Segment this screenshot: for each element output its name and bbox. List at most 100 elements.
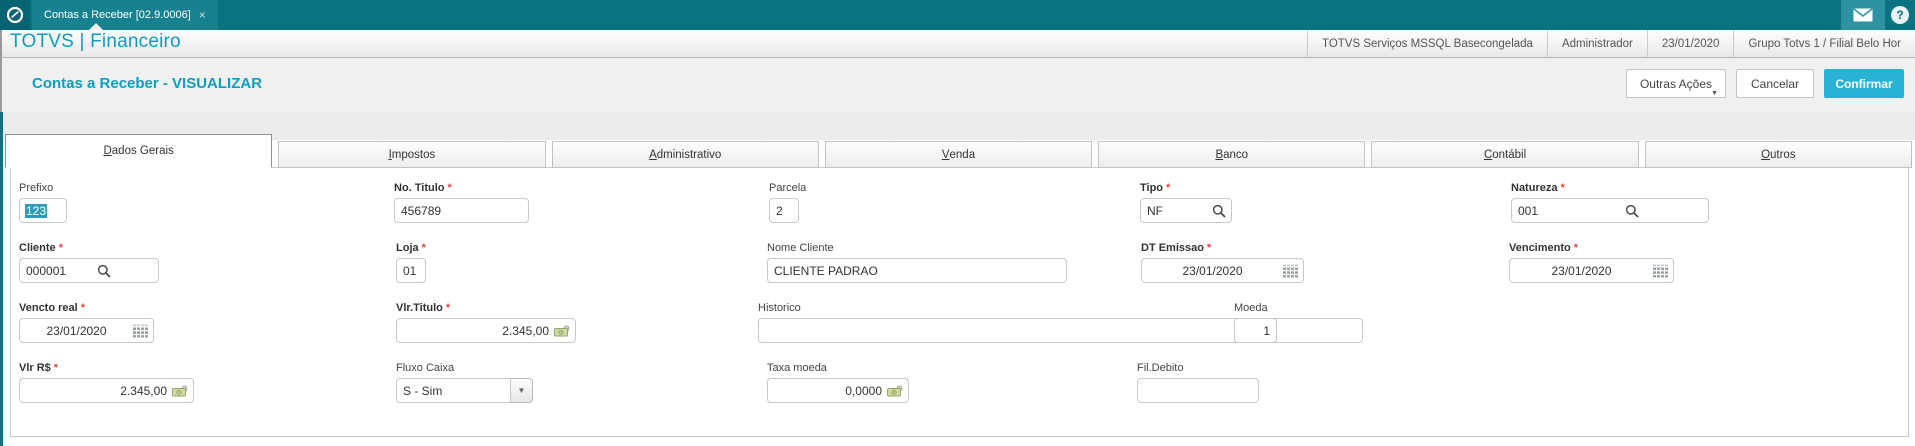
moeda-field: Moeda [1234, 302, 1277, 343]
vlr-rs-input[interactable] [19, 378, 194, 403]
title-toolbar: Contas a Receber - VISUALIZAR Outras Açõ… [0, 58, 1915, 112]
loja-label: Loja [396, 242, 419, 254]
vlr-titulo-input[interactable] [396, 318, 576, 343]
cancel-button[interactable]: Cancelar [1736, 69, 1814, 98]
dados-gerais-panel: Prefixo 123 No. Titulo* Parcela Tipo* Na… [10, 167, 1909, 437]
natureza-label: Natureza [1511, 182, 1558, 194]
loja-field: Loja * [396, 242, 426, 283]
environment-label: TOTVS Serviços MSSQL Basecongelada [1307, 30, 1547, 57]
no-titulo-input[interactable] [394, 198, 529, 223]
tab-administrativo[interactable]: Administrativo [551, 141, 819, 168]
tipo-label: Tipo [1140, 182, 1164, 194]
natureza-input[interactable] [1511, 198, 1709, 223]
toolbar-buttons: Outras Ações ▼ Cancelar Confirmar [1626, 69, 1904, 98]
required-asterisk: * [1573, 242, 1579, 254]
vlr-titulo-label: Vlr.Titulo [396, 302, 443, 314]
cliente-field: Cliente * [19, 242, 159, 283]
cliente-input[interactable] [19, 258, 159, 283]
vencimento-input[interactable] [1509, 258, 1674, 283]
prefixo-input[interactable]: 123 [19, 198, 67, 223]
parcela-field: Parcela [769, 182, 807, 223]
other-actions-button[interactable]: Outras Ações ▼ [1626, 69, 1726, 98]
search-icon[interactable] [1625, 204, 1639, 218]
required-asterisk: * [53, 362, 59, 374]
vlr-rs-label: Vlr R$ [19, 362, 51, 374]
parcela-input[interactable] [769, 198, 799, 223]
calendar-icon[interactable] [1283, 264, 1298, 277]
moeda-input[interactable] [1234, 318, 1277, 343]
other-actions-label: Outras Ações [1639, 76, 1713, 91]
calendar-icon[interactable] [1653, 264, 1668, 277]
required-asterisk: * [1206, 242, 1212, 254]
search-icon[interactable] [97, 264, 111, 278]
vencimento-field: Vencimento * [1509, 242, 1674, 283]
moeda-label: Moeda [1234, 302, 1268, 314]
required-asterisk: * [58, 242, 63, 254]
brand-title: TOTVS | Financeiro [10, 31, 181, 52]
cliente-label: Cliente [19, 242, 56, 254]
fluxo-caixa-label: Fluxo Caixa [396, 362, 455, 374]
required-asterisk: * [80, 302, 85, 314]
no-titulo-field: No. Titulo * [394, 182, 529, 223]
tab-label: Contas a Receber [02.9.0006] [44, 9, 191, 21]
required-asterisk: * [1166, 182, 1171, 194]
fil-debito-field: Fil.Debito [1137, 362, 1259, 403]
help-icon[interactable]: ? [1891, 6, 1909, 24]
fil-debito-label: Fil.Debito [1137, 362, 1184, 374]
prefixo-field: Prefixo 123 [19, 182, 67, 223]
calendar-icon[interactable] [133, 324, 148, 337]
company-branch-label[interactable]: Grupo Totvs 1 / Filial Belo Hor [1733, 30, 1915, 57]
tab-dados-gerais[interactable]: Dados Gerais [5, 134, 273, 168]
nome-cliente-input[interactable] [767, 258, 1067, 283]
fluxo-caixa-field: Fluxo Caixa S - Sim ▼ [396, 362, 533, 403]
session-info-bar: TOTVS Serviços MSSQL Basecongelada Admin… [1307, 30, 1915, 57]
required-asterisk: * [445, 302, 451, 314]
loja-input[interactable] [396, 258, 426, 283]
open-program-tab[interactable]: Contas a Receber [02.9.0006] × [32, 0, 218, 30]
vlr-rs-field: Vlr R$ * [19, 362, 194, 403]
mail-icon[interactable] [1841, 0, 1885, 30]
top-bar: Contas a Receber [02.9.0006] × ? [0, 0, 1915, 31]
money-icon[interactable] [554, 324, 570, 337]
vencto-real-field: Vencto real * [19, 302, 154, 343]
taxa-moeda-field: Taxa moeda [767, 362, 909, 403]
vencto-real-label: Vencto real [19, 302, 78, 314]
chevron-down-icon: ▼ [1711, 90, 1718, 97]
selected-text: 123 [25, 203, 48, 218]
required-asterisk: * [447, 182, 452, 194]
form-tabs: Dados Gerais Impostos Administrativo Ven… [5, 134, 1912, 168]
fil-debito-input[interactable] [1137, 378, 1259, 403]
search-icon[interactable] [1212, 204, 1226, 218]
dt-emissao-field: DT Emissao * [1141, 242, 1304, 283]
money-icon[interactable] [887, 384, 903, 397]
tipo-field: Tipo * [1140, 182, 1232, 223]
confirm-button[interactable]: Confirmar [1824, 69, 1904, 98]
page-title: Contas a Receber - VISUALIZAR [32, 75, 263, 92]
dt-emissao-label: DT Emissao [1141, 242, 1204, 254]
tab-banco[interactable]: Banco [1098, 141, 1366, 168]
session-date-label[interactable]: 23/01/2020 [1646, 30, 1734, 57]
vencimento-label: Vencimento [1509, 242, 1571, 254]
totvs-logo-icon[interactable] [0, 0, 30, 30]
user-label[interactable]: Administrador [1546, 30, 1647, 57]
taxa-moeda-label: Taxa moeda [767, 362, 827, 374]
dt-emissao-input[interactable] [1141, 258, 1304, 283]
content-left-edge [0, 112, 3, 446]
tab-venda[interactable]: Venda [824, 141, 1093, 168]
required-asterisk: * [1560, 182, 1565, 194]
close-tab-icon[interactable]: × [199, 8, 206, 22]
nome-cliente-field: Nome Cliente [767, 242, 1067, 283]
no-titulo-label: No. Titulo [394, 182, 445, 194]
tab-outros[interactable]: Outros [1644, 141, 1912, 168]
contas-a-receber-page: Contas a Receber [02.9.0006] × ? TOTVS |… [0, 0, 1915, 446]
prefixo-label: Prefixo [19, 182, 54, 194]
brand-header: TOTVS | Financeiro TOTVS Serviços MSSQL … [0, 30, 1915, 58]
vlr-titulo-field: Vlr.Titulo * [396, 302, 576, 343]
fluxo-caixa-select[interactable]: S - Sim [396, 378, 511, 403]
tab-contabil[interactable]: Contábil [1371, 141, 1639, 168]
nome-cliente-label: Nome Cliente [767, 242, 834, 254]
tab-impostos[interactable]: Impostos [278, 141, 546, 168]
chevron-down-icon[interactable]: ▼ [511, 378, 533, 403]
parcela-label: Parcela [769, 182, 807, 194]
money-icon[interactable] [172, 384, 188, 397]
